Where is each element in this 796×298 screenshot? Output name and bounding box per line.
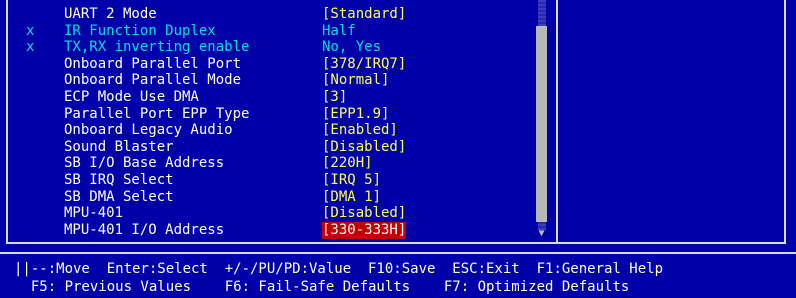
setting-label: Onboard Legacy Audio [64, 122, 233, 139]
scroll-thumb[interactable] [536, 26, 547, 222]
setting-value: Half [322, 22, 356, 39]
setting-label: IR Function Duplex [64, 22, 216, 39]
setting-disabled-marker: x [26, 22, 35, 39]
setting-row[interactable]: SB I/O Base Address [220H] [8, 155, 528, 172]
setting-value[interactable]: [Disabled] [322, 205, 406, 222]
setting-row[interactable]: MPU-401 [Disabled] [8, 205, 528, 222]
setting-row[interactable]: SB IRQ Select [IRQ 5] [8, 172, 528, 189]
setting-value[interactable]: [330-333H] [322, 221, 407, 239]
setting-row[interactable]: Parallel Port EPP Type [EPP1.9] [8, 106, 528, 123]
setting-value[interactable]: [3] [322, 89, 347, 106]
setting-row[interactable]: MPU-401 I/O Address [330-333H] [8, 221, 528, 239]
setting-label: UART 2 Mode [64, 6, 157, 22]
setting-value[interactable]: [Enabled] [322, 122, 398, 139]
setting-label: Onboard Parallel Mode [64, 72, 242, 89]
setting-label: MPU-401 [64, 205, 124, 222]
setting-row[interactable]: Onboard Parallel Port [378/IRQ7] [8, 56, 528, 73]
scrollbar[interactable]: ▼ [535, 0, 548, 240]
footer-line-2: F5: Previous Values F6: Fail-Safe Defaul… [14, 279, 630, 295]
setting-label: Sound Blaster [64, 138, 174, 155]
settings-panel: UART 2 Mode [Standard] x IR Function Duplex… [6, 0, 786, 244]
setting-value[interactable]: [Normal] [322, 72, 389, 89]
setting-row[interactable]: Onboard Parallel Mode [Normal] [8, 72, 528, 89]
setting-row[interactable]: Sound Blaster [Disabled] [8, 139, 528, 156]
setting-label: Onboard Parallel Port [64, 55, 242, 72]
scroll-down-arrow-icon[interactable]: ▼ [535, 228, 548, 240]
setting-value[interactable]: [Standard] [322, 6, 406, 23]
setting-row[interactable]: Onboard Legacy Audio [Enabled] [8, 122, 528, 139]
setting-value[interactable]: [378/IRQ7] [322, 56, 406, 73]
setting-row[interactable]: x TX,RX inverting enable No, Yes [8, 39, 528, 56]
setting-label: SB IRQ Select [64, 172, 174, 188]
footer-line-1: ||--:Move Enter:Select +/-/PU/PD:Value F… [14, 261, 664, 277]
setting-value[interactable]: [IRQ 5] [322, 172, 381, 189]
setting-value: No, Yes [322, 39, 382, 56]
setting-label: SB I/O Base Address [64, 155, 225, 172]
setting-label: MPU-401 I/O Address [64, 221, 225, 238]
key-help-footer: ||--:Move Enter:Select +/-/PU/PD:Value F… [0, 252, 796, 298]
setting-value[interactable]: [Disabled] [322, 139, 406, 156]
setting-row[interactable]: x IR Function Duplex Half [8, 23, 528, 40]
help-panel-divider [556, 0, 558, 244]
setting-value[interactable]: [220H] [322, 155, 373, 172]
setting-value[interactable]: [EPP1.9] [322, 106, 389, 123]
setting-value[interactable]: [DMA 1] [322, 189, 381, 206]
setting-label: ECP Mode Use DMA [64, 89, 199, 105]
setting-label: Parallel Port EPP Type [64, 105, 250, 122]
setting-row[interactable]: UART 2 Mode [Standard] [8, 6, 528, 23]
setting-label: SB DMA Select [64, 188, 174, 205]
setting-label: TX,RX inverting enable [64, 39, 250, 56]
setting-row[interactable]: ECP Mode Use DMA [3] [8, 89, 528, 106]
setting-row[interactable]: SB DMA Select [DMA 1] [8, 189, 528, 206]
setting-disabled-marker: x [26, 39, 35, 56]
